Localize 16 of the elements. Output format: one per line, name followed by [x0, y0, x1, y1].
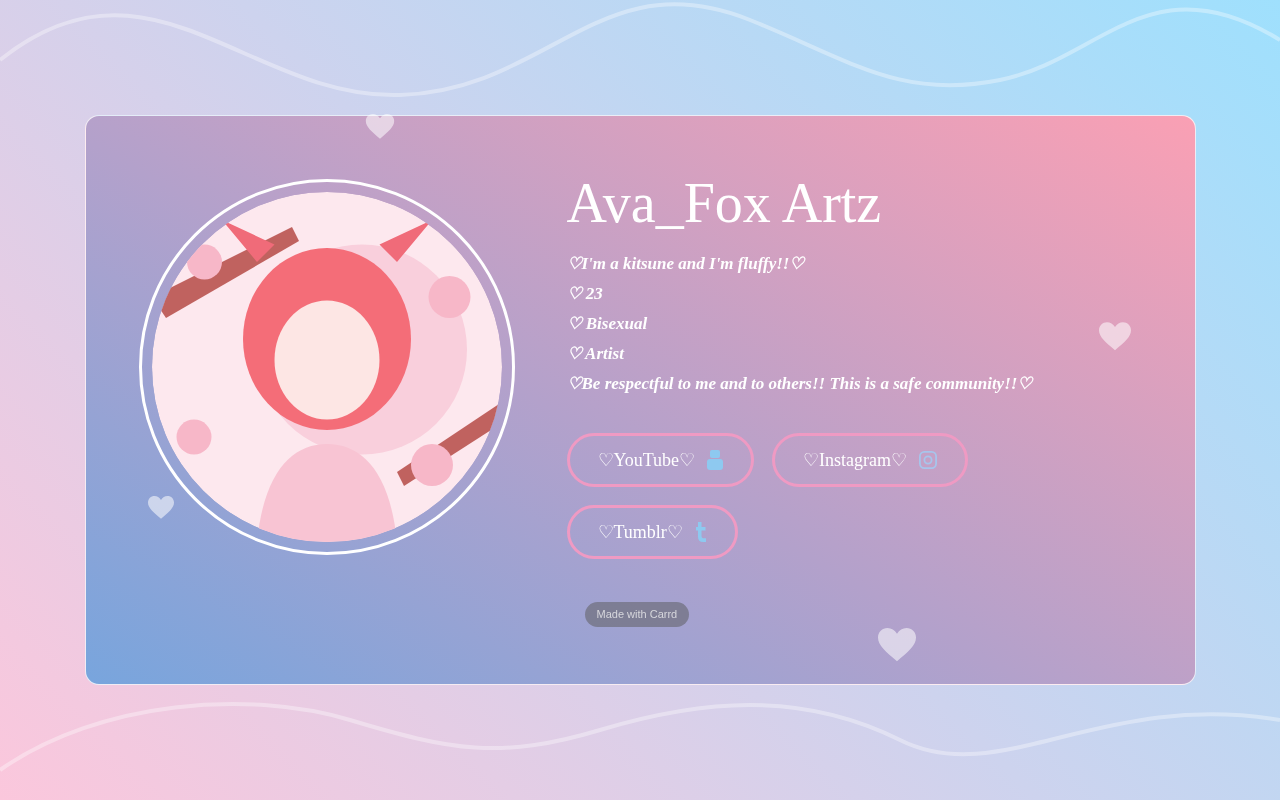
heart-icon	[363, 114, 396, 140]
made-with-badge[interactable]: Made with Carrd	[584, 602, 690, 627]
heart-icon	[877, 628, 916, 663]
bio-line: ♡ Artist	[566, 343, 626, 365]
social-link-button[interactable]: ♡Tumblr♡	[566, 505, 738, 559]
bio-line: ♡I'm a kitsune and I'm fluffy!!♡	[566, 253, 807, 275]
tumblr-icon	[694, 522, 707, 542]
bio-line: ♡ Bisexual	[566, 313, 649, 335]
bio-line: ♡Be respectful to me and to others!! This is a safe community!!♡	[566, 373, 1033, 395]
social-link-button[interactable]: ♡YouTube♡	[566, 433, 755, 487]
bio-line: ♡ 23	[566, 283, 604, 305]
profile-name: Ava_Fox Artz	[566, 175, 883, 231]
social-link-button[interactable]: ♡Instagram♡	[772, 433, 969, 487]
heart-icon	[1098, 322, 1131, 352]
camera-icon	[919, 451, 938, 469]
heart-icon	[147, 496, 174, 520]
